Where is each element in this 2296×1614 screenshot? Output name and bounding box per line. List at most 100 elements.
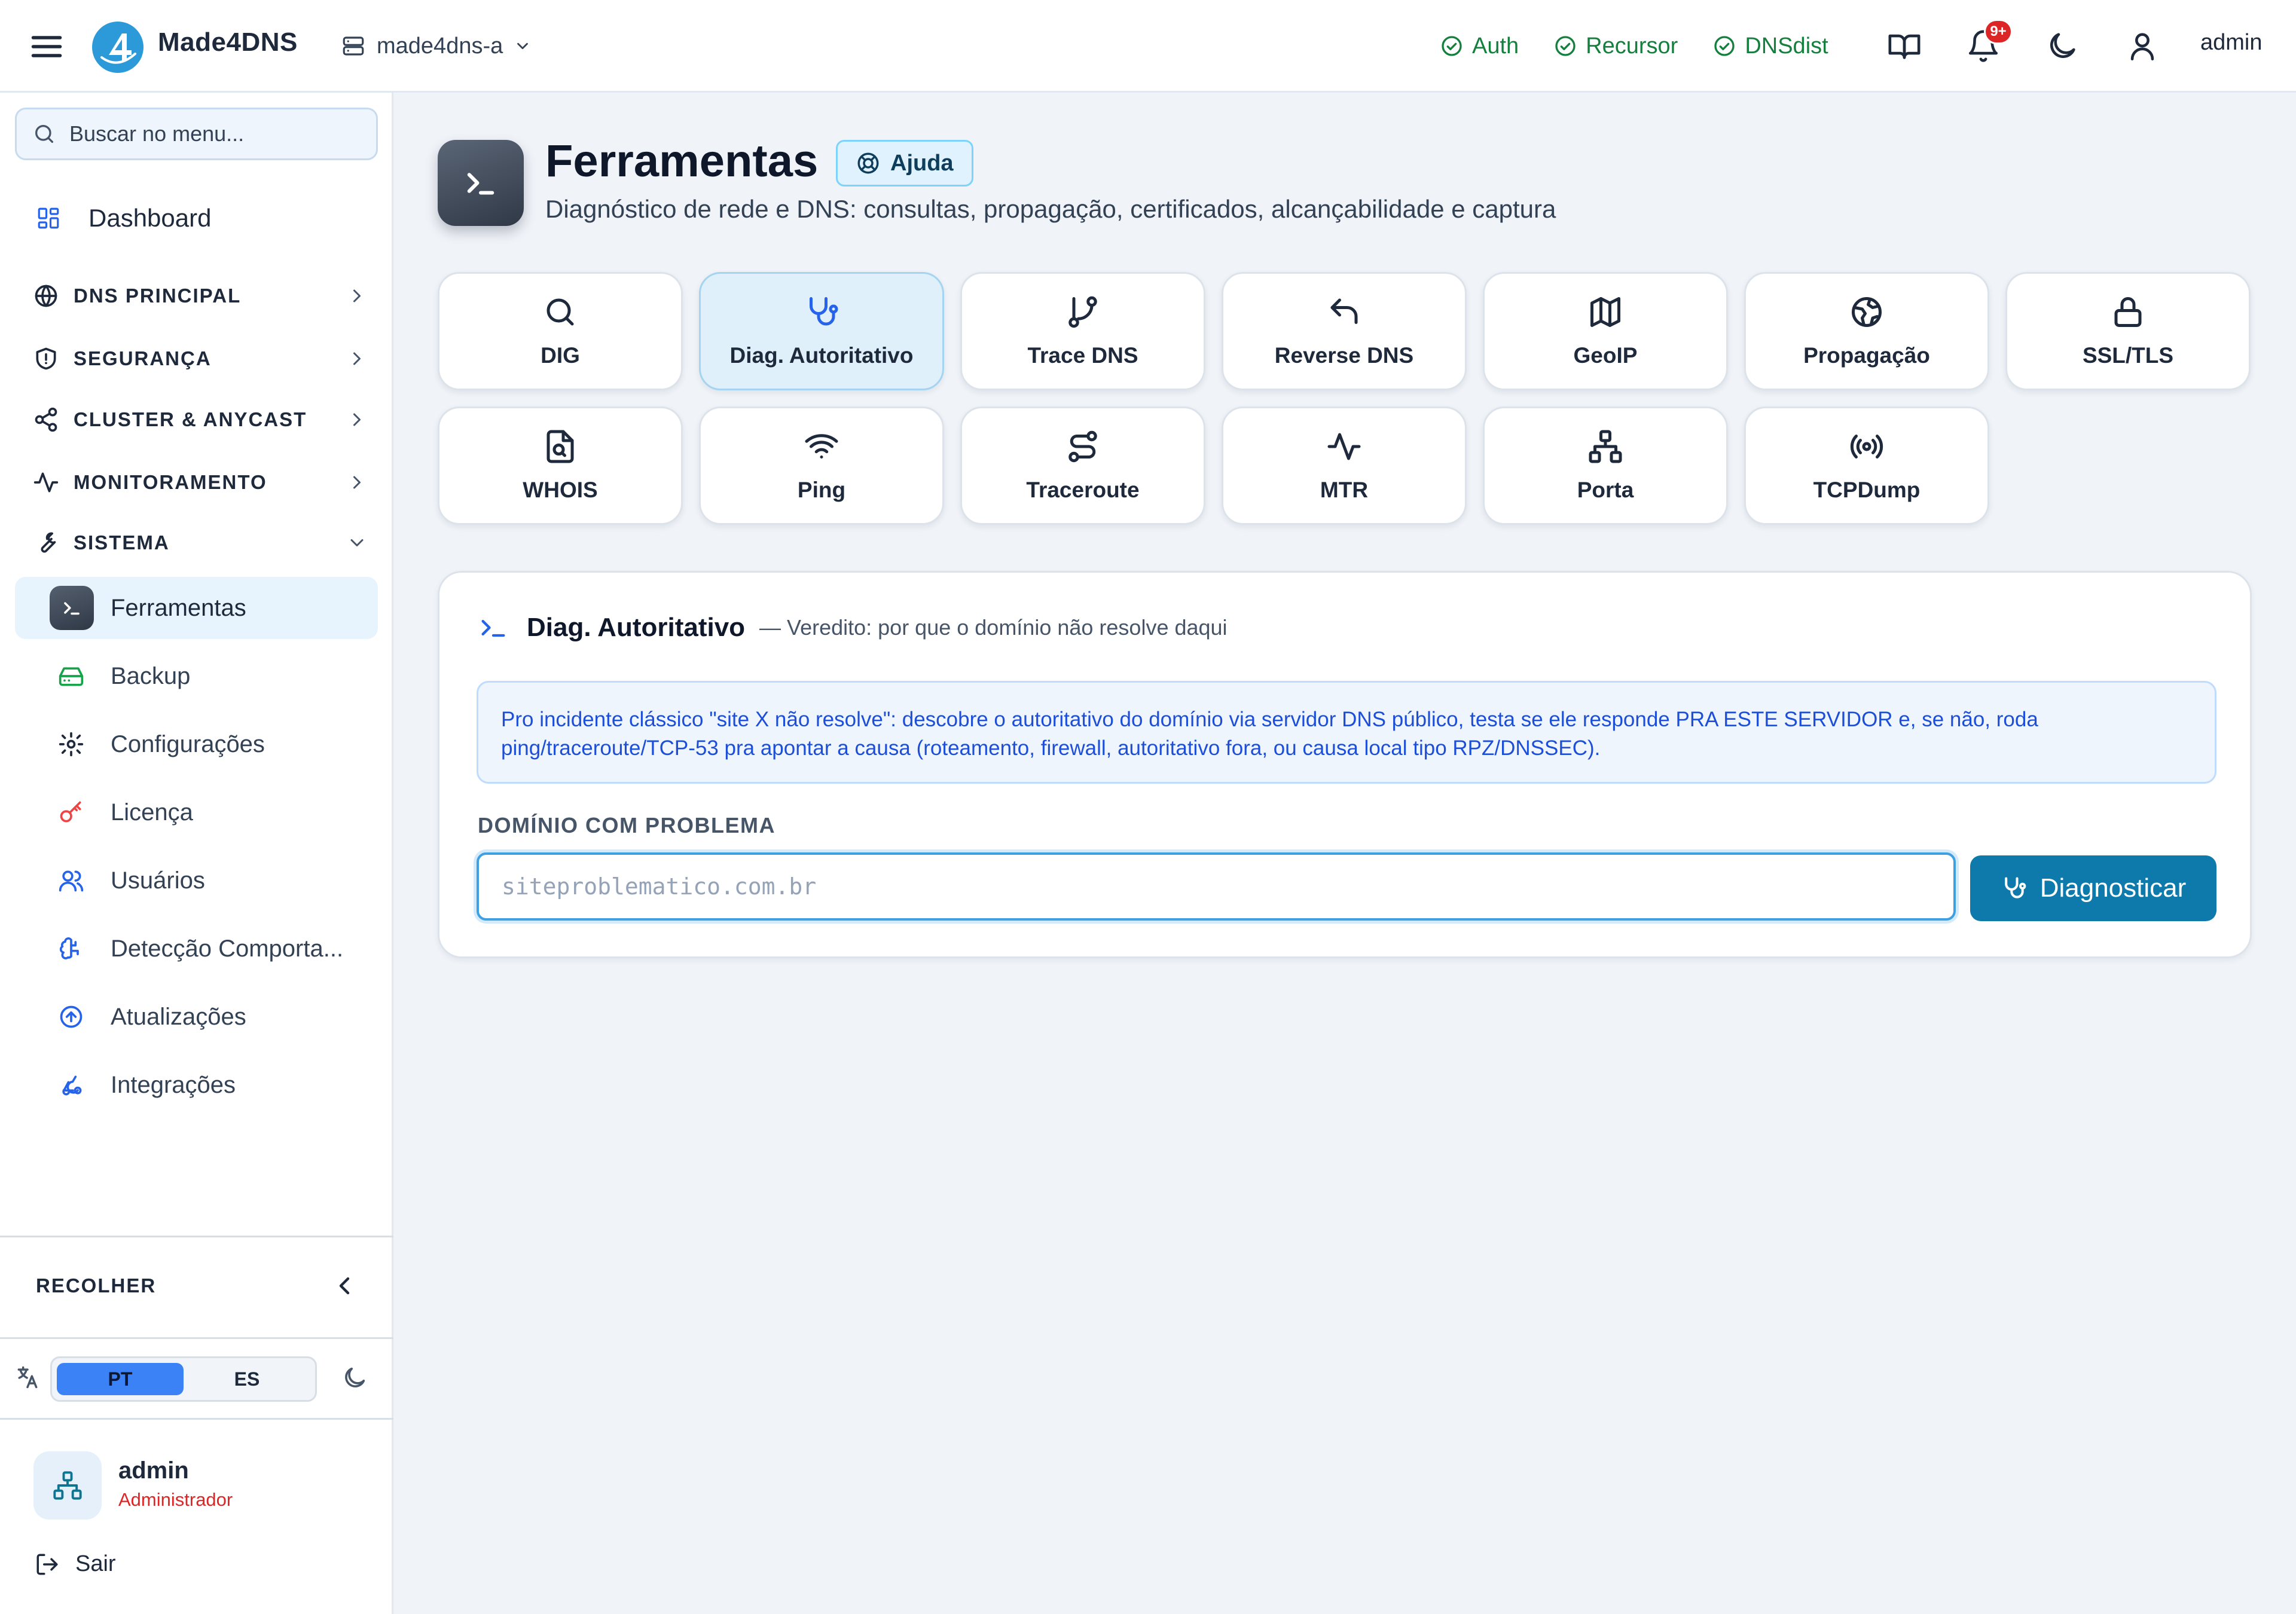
moon-icon[interactable] <box>341 1364 368 1392</box>
domain-input[interactable] <box>477 852 1956 921</box>
sidebar-item-usuarios[interactable]: Usuários <box>15 849 378 912</box>
map-icon <box>1590 297 1620 327</box>
globe-icon <box>35 285 57 307</box>
server-icon <box>343 36 364 56</box>
chevron-down-icon <box>517 42 529 50</box>
sidebar-divider <box>0 1418 393 1420</box>
stethoscope-icon <box>2004 877 2026 898</box>
sidebar-search-input[interactable] <box>69 121 356 146</box>
sidebar-item-dashboard[interactable]: Dashboard <box>36 200 211 236</box>
sidebar-item-label: Dashboard <box>88 204 212 232</box>
brand-logo-icon[interactable] <box>91 20 145 74</box>
terminal-icon <box>438 140 524 226</box>
search-icon <box>35 125 54 143</box>
page-subtitle: Diagnóstico de rede e DNS: consultas, pr… <box>545 195 1556 223</box>
page-title: Ferramentas <box>545 136 819 187</box>
tool-label: DIG <box>541 343 580 368</box>
sidebar-section-label: DNS PRINCIPAL <box>74 285 242 307</box>
activity-icon <box>33 472 59 493</box>
tool-card-whois[interactable]: WHOIS <box>438 406 683 525</box>
sidebar-section-cluster-anycast[interactable]: CLUSTER & ANYCAST <box>33 402 368 438</box>
tool-card-tcpdump[interactable]: TCPDump <box>1744 406 1989 525</box>
sidebar-item-backup[interactable]: Backup <box>15 645 378 707</box>
user-name: admin <box>118 1457 189 1484</box>
language-row: PT ES <box>14 1289 379 1402</box>
help-button[interactable]: Ajuda <box>836 140 973 187</box>
sidebar-section-label: CLUSTER & ANYCAST <box>74 408 307 430</box>
chevron-right-icon <box>353 413 361 426</box>
book-open-icon[interactable] <box>1887 29 1922 63</box>
brain-icon <box>59 937 79 959</box>
brand-name: Made4DNS <box>158 27 298 57</box>
tool-label: Propagação <box>1803 343 1930 368</box>
diagnosticar-button[interactable]: Diagnosticar <box>1970 855 2216 921</box>
chevron-right-icon <box>353 289 361 302</box>
tool-card-trace-dns[interactable]: Trace DNS <box>960 272 1205 390</box>
tool-card-mtr[interactable]: MTR <box>1222 406 1467 525</box>
language-switch: PT ES <box>50 1356 317 1402</box>
user-menu-label[interactable]: admin <box>2200 30 2263 56</box>
sidebar-section-seguranca[interactable]: SEGURANÇA <box>33 341 368 377</box>
sidebar-item-label: Detecção Comporta... <box>111 935 344 962</box>
service-status-auth[interactable]: Auth <box>1440 33 1519 59</box>
terminal-icon <box>50 586 94 630</box>
tool-card-geoip[interactable]: GeoIP <box>1483 272 1728 390</box>
tool-label: SSL/TLS <box>2082 343 2174 368</box>
network-icon <box>1589 430 1622 463</box>
server-selector[interactable]: made4dns-a <box>341 27 532 65</box>
wrench-icon <box>41 532 56 553</box>
hard-drive-icon <box>59 667 84 686</box>
tool-label: TCPDump <box>1813 478 1921 502</box>
tool-card-reverse-dns[interactable]: Reverse DNS <box>1222 272 1467 390</box>
tool-label: Diag. Autoritativo <box>729 343 914 368</box>
sidebar-item-integracoes[interactable]: Integrações <box>15 1054 378 1116</box>
tool-card-dig[interactable]: DIG <box>438 272 683 390</box>
user-role: Administrador <box>118 1489 233 1510</box>
language-option-es[interactable]: ES <box>184 1363 310 1395</box>
tool-label: Reverse DNS <box>1274 343 1414 368</box>
tool-card-ping[interactable]: Ping <box>699 406 944 525</box>
sidebar-item-label: Integrações <box>111 1071 236 1098</box>
service-status-dnsdist[interactable]: DNSdist <box>1712 33 1828 59</box>
service-label: Auth <box>1472 33 1519 59</box>
sidebar-item-label: Usuários <box>111 867 205 894</box>
sidebar-divider <box>0 1236 393 1237</box>
tool-label: WHOIS <box>523 478 598 502</box>
tool-card-diag-autoritativo[interactable]: Diag. Autoritativo <box>699 272 944 390</box>
moon-icon[interactable] <box>2045 29 2080 63</box>
tool-label: MTR <box>1320 478 1369 502</box>
sidebar-item-atualizacoes[interactable]: Atualizações <box>15 986 378 1048</box>
globe-icon <box>1852 297 1882 327</box>
sidebar-search[interactable] <box>15 108 378 160</box>
activity-icon <box>1327 433 1361 460</box>
hamburger-menu-icon[interactable] <box>29 29 65 65</box>
check-circle-icon <box>1555 36 1576 56</box>
check-circle-icon <box>1442 36 1462 56</box>
language-option-pt[interactable]: PT <box>57 1363 184 1395</box>
user-avatar <box>33 1451 102 1520</box>
sidebar-section-sistema[interactable]: SISTEMA <box>33 525 368 561</box>
tool-card-ssl-tls[interactable]: SSL/TLS <box>2005 272 2251 390</box>
service-status-recursor[interactable]: Recursor <box>1553 33 1678 59</box>
panel-title: Diag. Autoritativo <box>527 613 746 642</box>
service-label: Recursor <box>1586 33 1678 59</box>
sidebar-section-monitoramento[interactable]: MONITORAMENTO <box>33 464 368 500</box>
tool-card-propagacao[interactable]: Propagação <box>1744 272 1989 390</box>
chevron-right-icon <box>353 352 361 365</box>
panel-verdict: — Veredito: por que o domínio não resolv… <box>759 615 1228 640</box>
sidebar-item-configuracoes[interactable]: Configurações <box>15 713 378 775</box>
sidebar-item-ferramentas[interactable]: Ferramentas <box>15 577 378 639</box>
translate-icon <box>17 1366 38 1389</box>
tool-card-porta[interactable]: Porta <box>1483 406 1728 525</box>
user-icon[interactable] <box>2125 29 2160 63</box>
check-circle-icon <box>1714 36 1735 56</box>
chevron-right-icon <box>353 476 361 489</box>
tool-card-traceroute[interactable]: Traceroute <box>960 406 1205 525</box>
panel-header: Diag. Autoritativo — Veredito: por que o… <box>478 609 1228 647</box>
sidebar-item-deteccao-comportamental[interactable]: Detecção Comporta... <box>15 918 378 980</box>
route-icon <box>1068 430 1097 463</box>
sidebar-item-label: Licença <box>111 799 193 826</box>
sidebar-section-dns-principal[interactable]: DNS PRINCIPAL <box>33 278 368 314</box>
sidebar-item-licenca[interactable]: Licença <box>15 781 378 843</box>
logout-button[interactable]: Sair <box>35 1551 116 1577</box>
